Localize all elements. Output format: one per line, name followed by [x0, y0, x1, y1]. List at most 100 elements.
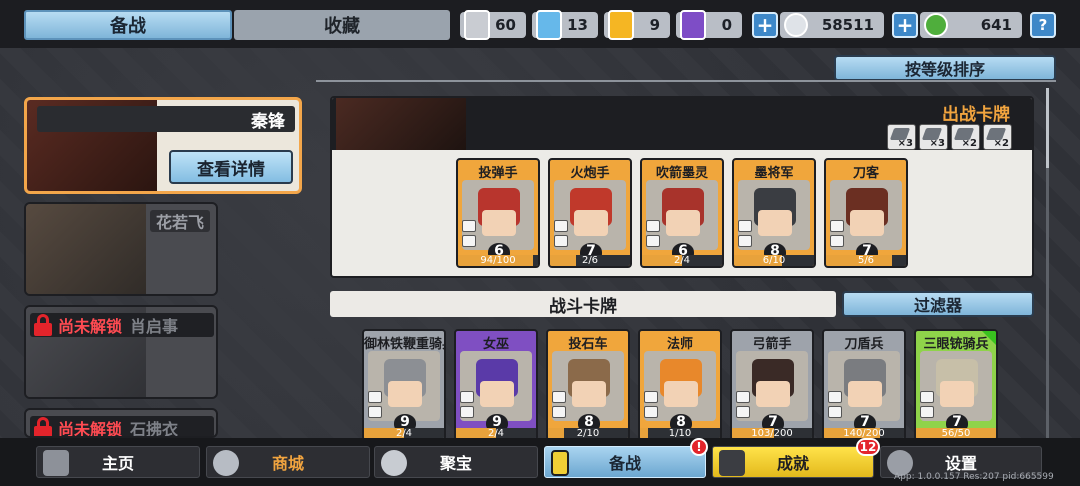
view-details-button[interactable]: 查看详情: [169, 150, 293, 184]
unit-count: 6/10: [762, 255, 786, 266]
deck-card[interactable]: 墨将军 8 6/10: [732, 158, 816, 268]
resource-value: 60: [495, 16, 516, 34]
unit-type-icons: [736, 391, 752, 421]
lock-icon: [34, 314, 52, 336]
deck-card[interactable]: 投弹手 6 94/100: [456, 158, 540, 268]
achievement-grid-icon: [719, 450, 745, 476]
locked-label: 尚未解锁 石拂衣: [30, 416, 214, 438]
deck-card[interactable]: 吹箭墨灵 6 2/4: [640, 158, 724, 268]
hero-name: 石拂衣: [130, 420, 179, 438]
battle-card[interactable]: 御林铁鞭重骑兵 9 2/4: [362, 329, 446, 441]
nav-label: 备战: [608, 454, 641, 473]
battle-card[interactable]: 三眼铳骑兵 7 56/50: [914, 329, 998, 441]
hero-card-selected[interactable]: 秦锋 查看详情: [24, 97, 302, 194]
green-gem-icon: [924, 13, 948, 37]
silver-shield-icon: [464, 10, 490, 40]
resource-blue-crystal[interactable]: 13: [532, 10, 598, 40]
unit-type-icons: [554, 220, 570, 250]
unit-name: 刀盾兵: [844, 337, 884, 352]
sort-by-level-button[interactable]: 按等级排序: [834, 55, 1056, 81]
home-icon: [43, 450, 69, 476]
battle-card[interactable]: 弓箭手 7 103/200: [730, 329, 814, 441]
filter-button[interactable]: 过滤器: [842, 291, 1034, 317]
nav-prepare[interactable]: 备战: [544, 446, 706, 478]
unit-name: 投石车: [568, 337, 608, 352]
battle-card[interactable]: 女巫 9 2/4: [454, 329, 538, 441]
unit-count: 94/100: [480, 255, 516, 266]
hero-portrait: [26, 204, 146, 294]
currency-gem: 641: [920, 12, 1022, 38]
nav-treasure[interactable]: 聚宝: [374, 446, 538, 478]
unit-name: 御林铁鞭重骑兵: [364, 337, 446, 352]
unit-name: 女巫: [482, 337, 509, 352]
deck-card[interactable]: 刀客 7 5/6: [824, 158, 908, 268]
bonus-arrow-icon[interactable]: ×2: [951, 124, 980, 150]
unit-face: [574, 210, 608, 236]
unit-name: 吹箭墨灵: [655, 166, 708, 181]
silver-coin-icon: [784, 13, 808, 37]
nav-label: 聚宝: [439, 454, 472, 473]
battle-card[interactable]: 刀盾兵 7 140/200: [822, 329, 906, 441]
unit-count: 5/6: [857, 255, 875, 266]
resource-purple-gem[interactable]: 0: [676, 10, 742, 40]
deck-header: 出战卡牌 ×3 ×3 ×2 ×2: [332, 98, 1032, 150]
battle-cards-title: 战斗卡牌: [330, 291, 836, 317]
help-button[interactable]: ?: [1030, 12, 1056, 38]
add-gem-button[interactable]: +: [892, 12, 918, 38]
nav-home[interactable]: 主页: [36, 446, 200, 478]
hero-card-2[interactable]: 花若飞: [24, 202, 218, 296]
card-deck-icon: [551, 450, 569, 476]
unit-count: 2/6: [581, 255, 599, 266]
battle-card[interactable]: 投石车 8 2/10: [546, 329, 630, 441]
unit-type-icons: [644, 391, 660, 421]
resource-value: 0: [721, 16, 732, 34]
nav-achievements-badge: 12: [856, 438, 880, 456]
nav-shop[interactable]: 商城: [206, 446, 370, 478]
unit-type-icons: [830, 220, 846, 250]
deck-bonus-row: ×3 ×3 ×2 ×2: [887, 124, 1012, 150]
unit-name: 刀客: [852, 166, 879, 181]
unit-count-bar: 2/6: [550, 255, 630, 266]
unit-type-icons: [552, 391, 568, 421]
nav-label: 成就: [776, 454, 809, 473]
unit-count-bar: 6/10: [734, 255, 814, 266]
nav-prepare-badge: !: [690, 438, 708, 456]
resource-silver-shield[interactable]: 60: [460, 10, 526, 40]
hero-portrait: [336, 98, 466, 150]
resource-value: 13: [567, 16, 588, 34]
hero-name: 秦锋: [37, 106, 295, 132]
nav-achievements[interactable]: 成就: [712, 446, 874, 478]
bonus-cannon-icon[interactable]: ×3: [919, 124, 948, 150]
add-silver-button[interactable]: +: [752, 12, 778, 38]
hero-name: 花若飞: [149, 210, 210, 232]
resource-value: 9: [649, 16, 660, 34]
unit-type-icons: [646, 220, 662, 250]
unit-name: 火炮手: [570, 166, 610, 181]
deck-panel: 出战卡牌 ×3 ×3 ×2 ×2 投弹手 6 94/100 火炮手 7 2/6 吹箭墨灵 6 2…: [330, 96, 1034, 278]
deck-card-row: 投弹手 6 94/100 火炮手 7 2/6 吹箭墨灵 6 2/4 墨将军 8 6/10 刀客 7 5/6: [456, 158, 908, 268]
unit-face: [940, 381, 974, 407]
tab-collection[interactable]: 收藏: [234, 10, 450, 40]
unit-type-icons: [462, 220, 478, 250]
unit-face: [758, 210, 792, 236]
hero-card-locked-2[interactable]: 尚未解锁 石拂衣: [24, 408, 218, 438]
battle-card[interactable]: 法师 8 1/10: [638, 329, 722, 441]
unit-face: [572, 381, 606, 407]
deck-card[interactable]: 火炮手 7 2/6: [548, 158, 632, 268]
tab-prepare[interactable]: 备战: [24, 10, 232, 40]
version-text: App: 1.0.0.157 Res:207 pid:665599: [894, 472, 1054, 482]
locked-label: 尚未解锁 肖启事: [30, 313, 214, 337]
unit-face: [756, 381, 790, 407]
scrollbar[interactable]: [1046, 88, 1049, 438]
unit-count: 2/4: [673, 255, 691, 266]
unit-name: 弓箭手: [752, 337, 792, 352]
hero-card-locked-1[interactable]: 尚未解锁 肖启事: [24, 305, 218, 399]
unit-count-bar: 94/100: [458, 255, 538, 266]
unit-name: 投弹手: [478, 166, 518, 181]
unit-count-bar: 5/6: [826, 255, 906, 266]
unit-name: 墨将军: [754, 166, 794, 181]
bonus-blade-icon[interactable]: ×2: [983, 124, 1012, 150]
unit-face: [666, 210, 700, 236]
bonus-sword-icon[interactable]: ×3: [887, 124, 916, 150]
resource-gold-badge[interactable]: 9: [604, 10, 670, 40]
